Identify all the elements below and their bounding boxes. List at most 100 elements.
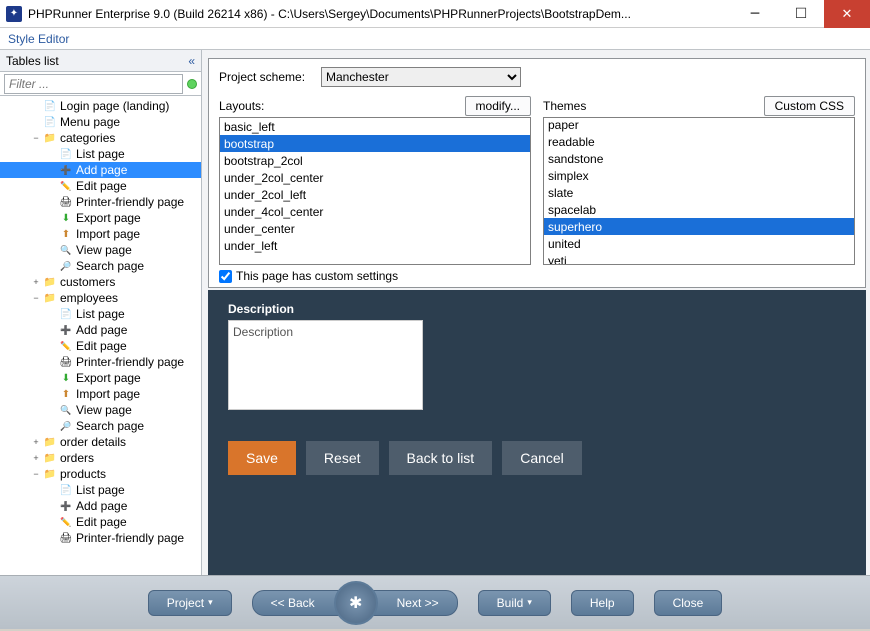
tree-node[interactable]: Import page — [0, 226, 201, 242]
tree-node[interactable]: + customers — [0, 274, 201, 290]
tree-node[interactable]: List page — [0, 306, 201, 322]
tree-node-label: List page — [76, 483, 125, 497]
tree-node[interactable]: Edit page — [0, 338, 201, 354]
tree-node[interactable]: Import page — [0, 386, 201, 402]
layouts-listbox[interactable]: basic_leftbootstrapbootstrap_2colunder_2… — [219, 117, 531, 265]
layout-option[interactable]: under_left — [220, 237, 530, 254]
tree-node-label: Add page — [76, 499, 127, 513]
print-icon — [58, 354, 74, 370]
import-icon — [58, 386, 74, 402]
layout-option[interactable]: under_center — [220, 220, 530, 237]
layout-option[interactable]: bootstrap — [220, 135, 530, 152]
tree-node[interactable]: −categories — [0, 130, 201, 146]
tree-node-label: Search page — [76, 419, 144, 433]
back-to-list-button[interactable]: Back to list — [389, 441, 493, 475]
tree-node[interactable]: View page — [0, 242, 201, 258]
preview-area: Description Save Reset Back to list Canc… — [208, 290, 866, 575]
tree-node[interactable]: Search page — [0, 418, 201, 434]
tree-node-label: customers — [60, 275, 115, 289]
theme-option[interactable]: superhero — [544, 218, 854, 235]
tree-node[interactable]: List page — [0, 146, 201, 162]
filter-input[interactable] — [4, 74, 183, 94]
save-button[interactable]: Save — [228, 441, 296, 475]
maximize-button[interactable] — [778, 0, 824, 28]
project-button[interactable]: Project — [148, 590, 232, 616]
theme-option[interactable]: readable — [544, 133, 854, 150]
tree-node[interactable]: View page — [0, 402, 201, 418]
layout-option[interactable]: basic_left — [220, 118, 530, 135]
folder-icon — [42, 466, 58, 482]
tree-node[interactable]: Add page — [0, 498, 201, 514]
tree-node[interactable]: + orders — [0, 450, 201, 466]
tree-node-label: Search page — [76, 259, 144, 273]
custom-css-button[interactable]: Custom CSS — [764, 96, 855, 116]
custom-settings-label[interactable]: This page has custom settings — [236, 269, 398, 283]
expand-icon[interactable]: − — [30, 293, 42, 303]
expand-icon[interactable]: + — [30, 453, 42, 463]
custom-settings-row: This page has custom settings — [219, 269, 855, 283]
layout-option[interactable]: under_2col_left — [220, 186, 530, 203]
theme-option[interactable]: united — [544, 235, 854, 252]
layout-option[interactable]: under_4col_center — [220, 203, 530, 220]
tree-node[interactable]: Export page — [0, 370, 201, 386]
tree-node[interactable]: Export page — [0, 210, 201, 226]
help-button[interactable]: Help — [571, 590, 634, 616]
tree-node[interactable]: Printer-friendly page — [0, 354, 201, 370]
tree-node-label: Import page — [76, 387, 140, 401]
menu-style-editor[interactable]: Style Editor — [8, 32, 69, 46]
tree-node[interactable]: +order details — [0, 434, 201, 450]
expand-icon[interactable]: − — [30, 133, 42, 143]
reset-button[interactable]: Reset — [306, 441, 379, 475]
minimize-button[interactable] — [732, 0, 778, 28]
tree-node-label: Edit page — [76, 515, 127, 529]
theme-option[interactable]: yeti — [544, 252, 854, 265]
page-icon — [58, 146, 74, 162]
scheme-select[interactable]: Manchester — [321, 67, 521, 87]
custom-settings-checkbox[interactable] — [219, 270, 232, 283]
layout-option[interactable]: under_2col_center — [220, 169, 530, 186]
close-footer-button[interactable]: Close — [654, 590, 723, 616]
lists-row: Layouts: modify... basic_leftbootstrapbo… — [219, 95, 855, 265]
nav-center-icon[interactable] — [334, 581, 378, 625]
tree-node[interactable]: −employees — [0, 290, 201, 306]
expand-icon[interactable]: − — [30, 469, 42, 479]
tree-node-label: products — [60, 467, 106, 481]
themes-listbox[interactable]: paperreadablesandstonesimplexslatespacel… — [543, 117, 855, 265]
tree-node[interactable]: − products — [0, 466, 201, 482]
tree-node[interactable]: Printer-friendly page — [0, 194, 201, 210]
filter-row — [0, 72, 201, 96]
tree-node[interactable]: Menu page — [0, 114, 201, 130]
back-button[interactable]: << Back — [252, 590, 340, 616]
tree-node-label: orders — [60, 451, 94, 465]
close-button[interactable] — [824, 0, 870, 28]
expand-icon[interactable]: + — [30, 277, 42, 287]
theme-option[interactable]: simplex — [544, 167, 854, 184]
view-icon — [58, 402, 74, 418]
tree-node[interactable]: Edit page — [0, 178, 201, 194]
modify-button[interactable]: modify... — [465, 96, 531, 116]
build-button[interactable]: Build — [478, 590, 551, 616]
expand-icon[interactable]: + — [30, 437, 42, 447]
tree-node[interactable]: Search page — [0, 258, 201, 274]
next-button[interactable]: Next >> — [372, 590, 458, 616]
sidebar-collapse-button[interactable]: « — [188, 54, 195, 68]
theme-option[interactable]: sandstone — [544, 150, 854, 167]
main: Tables list « Login page (landing)Menu p… — [0, 50, 870, 575]
tree-node[interactable]: Printer-friendly page — [0, 530, 201, 546]
layout-option[interactable]: bootstrap_2col — [220, 152, 530, 169]
theme-option[interactable]: paper — [544, 117, 854, 133]
tree-node[interactable]: List page — [0, 482, 201, 498]
tree-node[interactable]: Add page — [0, 322, 201, 338]
tree-node[interactable]: Add page — [0, 162, 201, 178]
edit-icon — [58, 514, 74, 530]
theme-option[interactable]: slate — [544, 184, 854, 201]
theme-option[interactable]: spacelab — [544, 201, 854, 218]
tree-node-label: Printer-friendly page — [76, 531, 184, 545]
tree-node[interactable]: Edit page — [0, 514, 201, 530]
tables-tree[interactable]: Login page (landing)Menu page−categories… — [0, 96, 201, 575]
tree-node[interactable]: Login page (landing) — [0, 98, 201, 114]
description-textarea[interactable] — [228, 320, 423, 410]
folder-icon — [42, 290, 58, 306]
add-icon — [58, 322, 74, 338]
cancel-button[interactable]: Cancel — [502, 441, 582, 475]
